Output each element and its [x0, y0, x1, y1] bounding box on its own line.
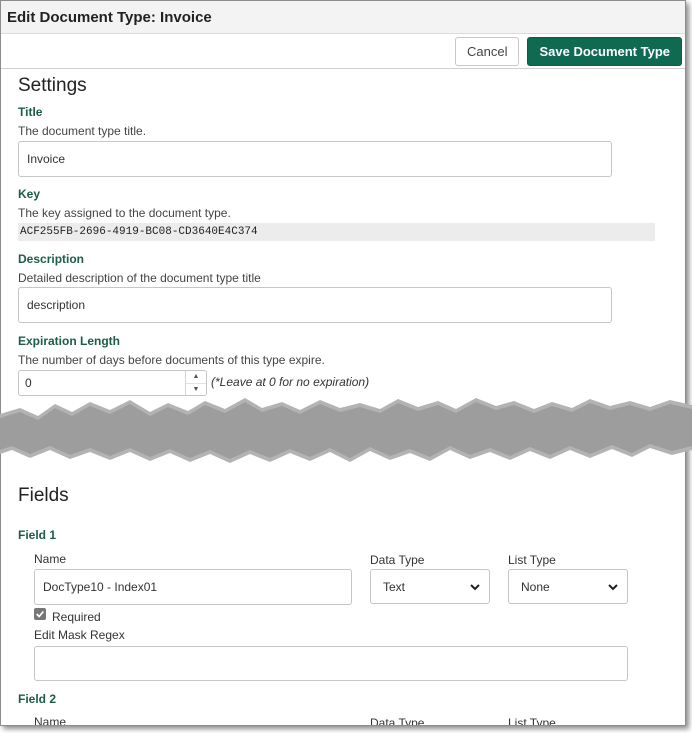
title-label: Title — [18, 105, 43, 119]
chevron-down-icon — [470, 583, 480, 590]
save-document-type-button[interactable]: Save Document Type — [527, 36, 682, 66]
field-1-list-type-value: None — [521, 579, 550, 594]
field-1-edit-mask-input[interactable] — [34, 646, 628, 681]
description-help-text: Detailed description of the document typ… — [18, 271, 261, 285]
settings-heading: Settings — [18, 75, 87, 96]
description-input[interactable]: description — [18, 287, 612, 323]
field-1-list-type-label: List Type — [508, 553, 556, 567]
field-1-data-type-value: Text — [383, 579, 406, 594]
cancel-button[interactable]: Cancel — [455, 36, 520, 66]
dialog-toolbar: Cancel Save Document Type — [1, 34, 685, 69]
description-label: Description — [18, 252, 85, 266]
field-1-required-label: Required — [52, 610, 101, 624]
expiration-help-text: The number of days before documents of t… — [18, 353, 325, 367]
field-2-name-label: Name — [34, 715, 67, 726]
field-1-required-checkbox[interactable] — [34, 608, 46, 620]
field-2-list-type-label: List Type — [508, 716, 556, 726]
stepper-up-icon[interactable]: ▲ — [186, 371, 206, 384]
torn-edge-divider — [0, 398, 692, 463]
field-2-data-type-label: Data Type — [370, 716, 425, 726]
key-help-text: The key assigned to the document type. — [18, 206, 231, 220]
field-1-data-type-select[interactable]: Text — [370, 569, 490, 604]
title-input-value: Invoice — [27, 152, 66, 166]
field-1-edit-mask-label: Edit Mask Regex — [34, 628, 125, 642]
fields-heading: Fields — [18, 485, 69, 506]
field-1-name-value: DocType10 - Index01 — [43, 580, 158, 594]
expiration-note: (*Leave at 0 for no expiration) — [211, 375, 370, 389]
field-1-name-label: Name — [34, 552, 67, 566]
key-label: Key — [18, 187, 41, 201]
field-2-label: Field 2 — [18, 692, 57, 706]
dialog-titlebar: Edit Document Type: Invoice — [1, 1, 685, 34]
field-1-data-type-label: Data Type — [370, 553, 425, 567]
chevron-down-icon — [608, 583, 618, 590]
field-1-list-type-select[interactable]: None — [508, 569, 628, 604]
title-help-text: The document type title. — [18, 124, 147, 138]
expiration-length-label: Expiration Length — [18, 334, 120, 348]
field-1-label: Field 1 — [18, 528, 57, 542]
field-1-name-input[interactable]: DocType10 - Index01 — [34, 569, 352, 605]
key-value: ACF255FB-2696-4919-BC08-CD3640E4C374 — [18, 223, 655, 241]
checkmark-icon — [36, 610, 44, 618]
dialog-title: Edit Document Type: Invoice — [7, 8, 212, 26]
edit-document-type-dialog: Edit Document Type: Invoice Cancel Save … — [0, 0, 686, 726]
description-input-value: description — [27, 298, 86, 312]
title-input[interactable]: Invoice — [18, 141, 612, 177]
